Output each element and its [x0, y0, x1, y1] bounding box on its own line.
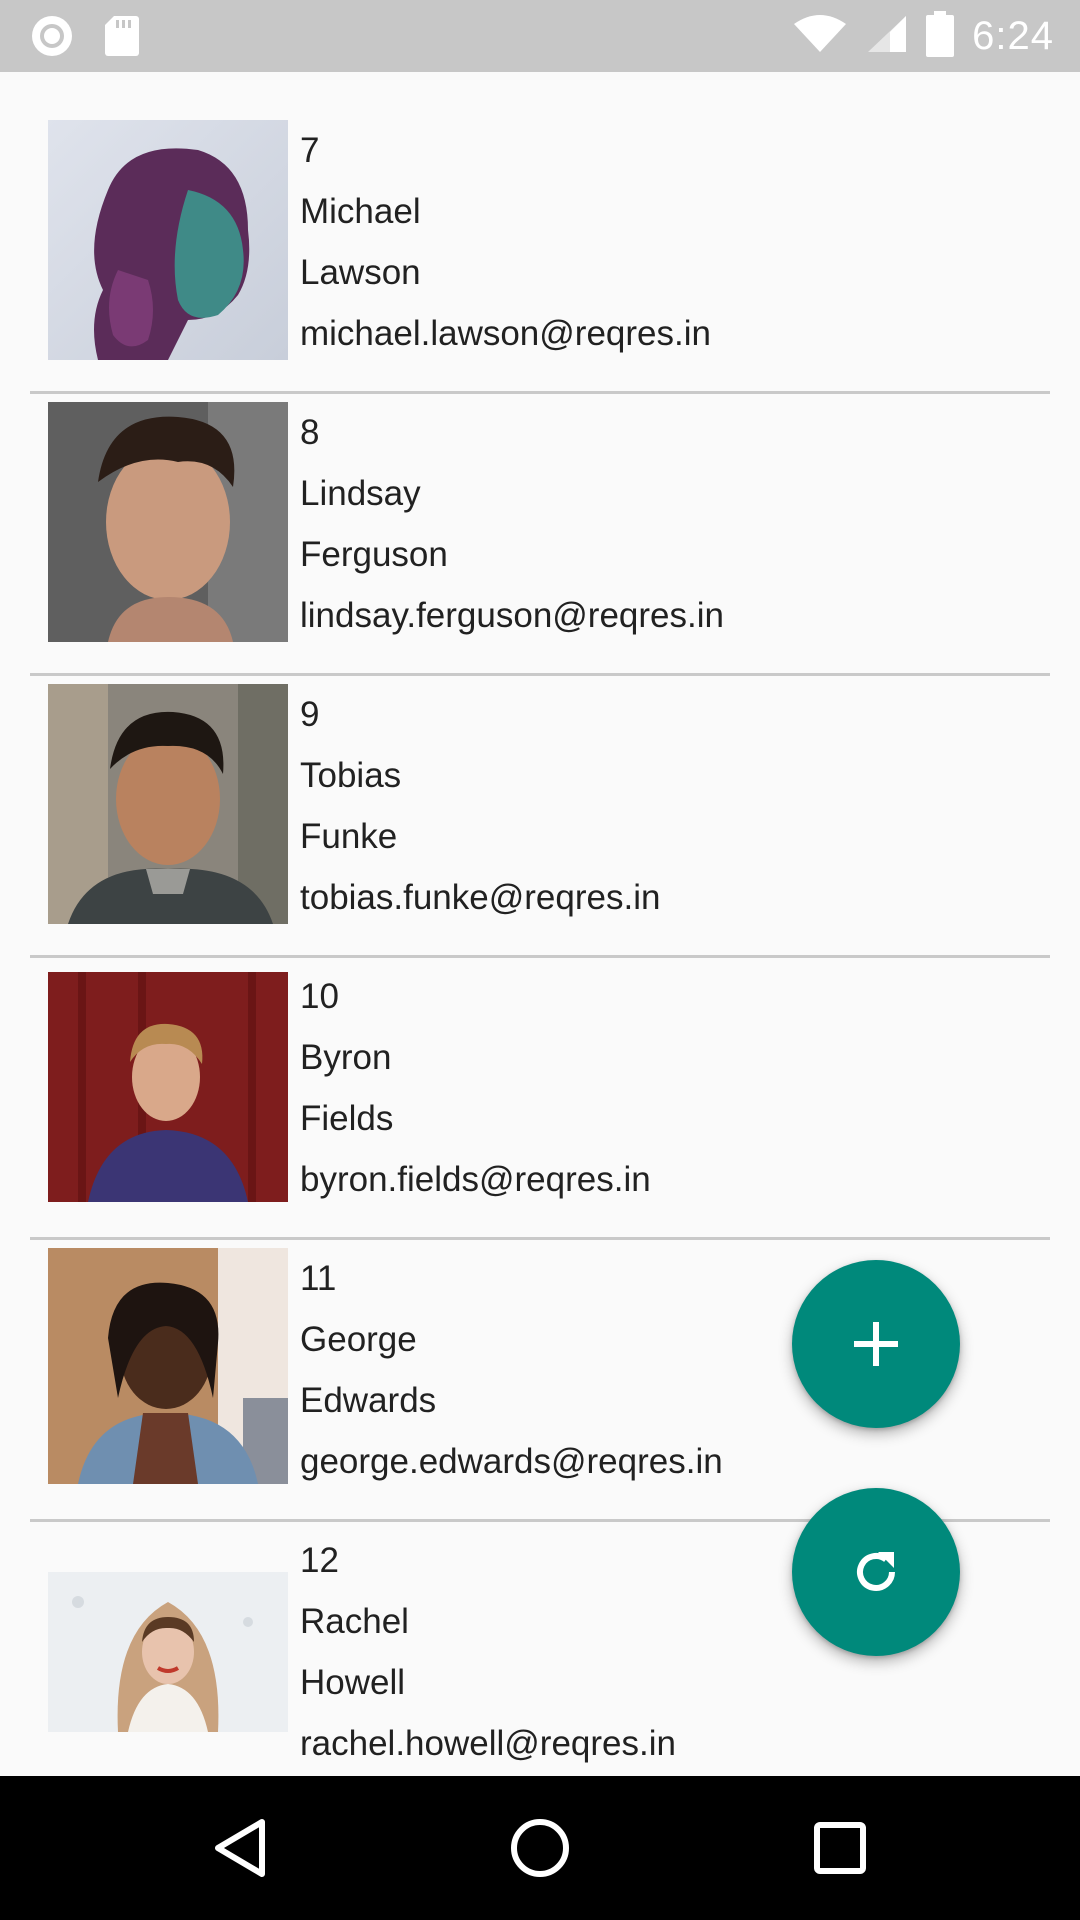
user-first-name: Tobias: [300, 756, 402, 795]
record-icon: [30, 14, 74, 63]
user-id: 8: [300, 413, 320, 452]
user-fields: 10 Byron Fields byron.fields@reqres.in: [300, 966, 651, 1210]
plus-icon: [854, 1322, 898, 1366]
user-last-name: Fields: [300, 1099, 394, 1138]
avatar: [48, 402, 288, 642]
screen: 6:24 7 Michael Lawson michael.lawson@req…: [0, 0, 1080, 1920]
add-user-button[interactable]: [792, 1260, 960, 1428]
avatar: [48, 1248, 288, 1484]
user-email: rachel.howell@reqres.in: [300, 1724, 676, 1763]
signal-icon: [866, 14, 908, 59]
user-last-name: Edwards: [300, 1381, 437, 1420]
status-bar: 6:24: [0, 0, 1080, 72]
home-button[interactable]: [490, 1798, 590, 1898]
list-item[interactable]: 10 Byron Fields byron.fields@reqres.in: [30, 918, 1050, 1240]
list-item[interactable]: 8 Lindsay Ferguson lindsay.ferguson@reqr…: [30, 354, 1050, 676]
user-id: 12: [300, 1541, 339, 1580]
back-button[interactable]: [190, 1798, 290, 1898]
battery-icon: [926, 10, 955, 62]
avatar: [48, 1572, 288, 1732]
user-fields: 7 Michael Lawson michael.lawson@reqres.i…: [300, 120, 711, 364]
user-last-name: Howell: [300, 1663, 406, 1702]
sd-card-icon: [104, 14, 140, 63]
user-last-name: Lawson: [300, 253, 421, 292]
user-id: 11: [300, 1259, 337, 1298]
user-id: 10: [300, 977, 339, 1016]
user-fields: 11 George Edwards george.edwards@reqres.…: [300, 1248, 723, 1492]
wifi-icon: [792, 14, 848, 59]
navigation-bar: [0, 1776, 1080, 1920]
user-first-name: Byron: [300, 1038, 392, 1077]
list-item[interactable]: 7 Michael Lawson michael.lawson@reqres.i…: [30, 72, 1050, 394]
user-id: 9: [300, 695, 320, 734]
user-fields: 12 Rachel Howell rachel.howell@reqres.in: [300, 1530, 676, 1774]
user-last-name: Ferguson: [300, 535, 448, 574]
user-first-name: George: [300, 1320, 417, 1359]
user-first-name: Michael: [300, 192, 421, 231]
avatar: [48, 684, 288, 924]
home-circle-icon: [511, 1819, 569, 1877]
refresh-button[interactable]: [792, 1488, 960, 1656]
list-item[interactable]: 9 Tobias Funke tobias.funke@reqres.in: [30, 636, 1050, 958]
avatar: [48, 972, 288, 1202]
user-id: 7: [300, 131, 320, 170]
recents-button[interactable]: [790, 1798, 890, 1898]
recents-square-icon: [814, 1822, 866, 1874]
user-first-name: Rachel: [300, 1602, 409, 1641]
user-fields: 9 Tobias Funke tobias.funke@reqres.in: [300, 684, 660, 928]
user-last-name: Funke: [300, 817, 398, 856]
user-first-name: Lindsay: [300, 474, 421, 513]
status-time: 6:24: [972, 13, 1054, 58]
avatar: [48, 120, 288, 360]
refresh-icon: [857, 1552, 895, 1591]
back-triangle-icon: [215, 1819, 265, 1877]
user-fields: 8 Lindsay Ferguson lindsay.ferguson@reqr…: [300, 402, 724, 646]
